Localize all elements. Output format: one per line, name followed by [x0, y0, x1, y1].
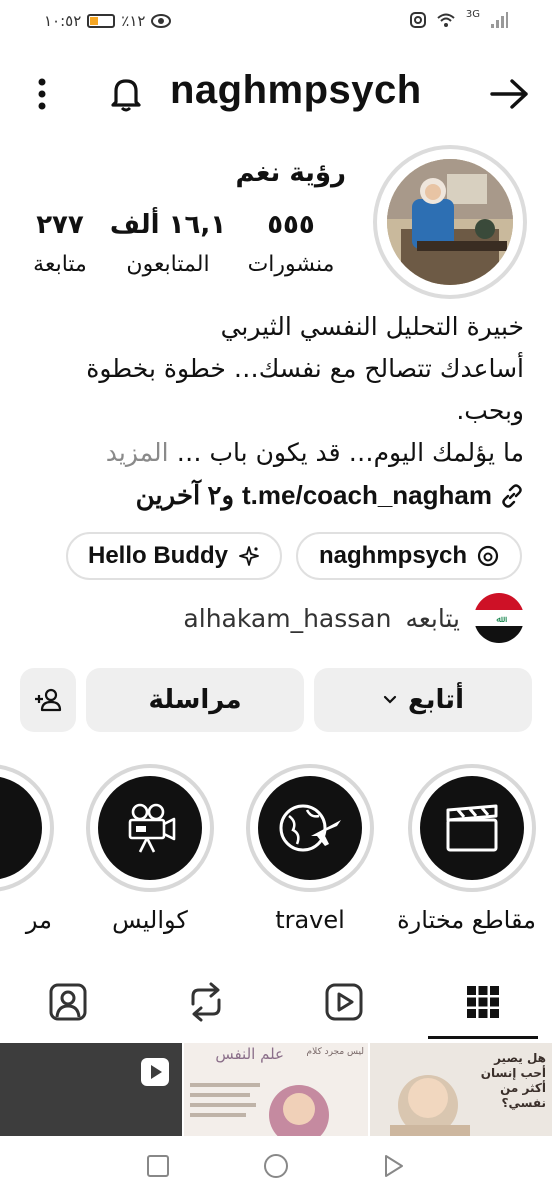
followed-by-text: يتابعه: [405, 603, 460, 633]
profile-avatar-ring[interactable]: [373, 145, 527, 299]
highlight-featured[interactable]: مقاطع مختارة: [397, 764, 536, 934]
stat-following-value: ٢٧٧: [36, 210, 84, 240]
follow-label: أتابع: [408, 685, 464, 715]
message-label: مراسلة: [148, 685, 242, 715]
tab-grid[interactable]: [453, 972, 513, 1032]
battery-icon: [87, 14, 116, 28]
active-tab-indicator: [428, 1036, 538, 1039]
globe-plane-icon: [279, 804, 341, 852]
back-arrow-icon[interactable]: [488, 76, 530, 112]
repost-icon: [191, 982, 221, 1022]
threads-chip[interactable]: naghmpsych: [296, 532, 522, 580]
profile-bio: خبيرة التحليل النفسي الثيربي أساعدك تتصا…: [24, 306, 524, 474]
stat-followers-label: المتابعون: [126, 252, 210, 277]
eye-icon: [151, 14, 172, 28]
avatar-photo: [387, 159, 513, 285]
post-subtitle: ليس مجرد كلام: [306, 1047, 365, 1057]
profile-link[interactable]: t.me/coach_nagham و٢ آخرين: [4, 480, 524, 511]
avatar[interactable]: [387, 159, 513, 285]
posts-grid: هل يصير أحب إنسان أكثر من نفسي؟ علم النف…: [0, 1043, 552, 1136]
bio-more-link[interactable]: المزيد: [106, 438, 169, 467]
profile-username: naghmpsych: [170, 68, 422, 112]
highlight-backstage[interactable]: كواليس: [86, 764, 214, 934]
add-person-icon: [35, 688, 62, 712]
stat-posts-label: منشورات: [247, 252, 335, 277]
hello-buddy-chip[interactable]: Hello Buddy: [66, 532, 282, 580]
add-person-button[interactable]: [20, 668, 76, 732]
stat-posts-value: ٥٥٥: [267, 210, 315, 240]
highlight-label: كواليس: [112, 906, 188, 934]
highlight-label: travel: [275, 906, 345, 934]
followed-by-user[interactable]: alhakam_hassan: [183, 604, 391, 633]
recents-icon[interactable]: [146, 1154, 170, 1178]
highlight-partial[interactable]: مر: [0, 764, 54, 934]
notification-bell-icon[interactable]: [106, 74, 146, 114]
display-name: رؤية نغم: [235, 158, 346, 188]
highlight-label: مر: [25, 906, 52, 934]
reels-icon: [325, 983, 363, 1021]
bio-line: ما يؤلمك اليوم… قد يكون باب … المزيد: [24, 432, 524, 474]
tab-reels[interactable]: [314, 972, 374, 1032]
link-extra[interactable]: و٢ آخرين: [136, 480, 234, 511]
post-thumbnail[interactable]: علم النفس ليس مجرد كلام: [184, 1043, 368, 1136]
movie-camera-icon: [128, 803, 176, 853]
post-title: هل يصير أحب إنسان أكثر من نفسي؟: [480, 1051, 546, 1110]
partial-icon: [0, 800, 18, 856]
message-button[interactable]: مراسلة: [86, 668, 304, 732]
network-type: 3G: [465, 8, 480, 20]
video-icon: [141, 1058, 169, 1086]
system-nav-bar: [0, 1136, 552, 1196]
link-url[interactable]: t.me/coach_nagham: [242, 480, 492, 511]
tab-reposts[interactable]: [176, 972, 236, 1032]
battery-percent: ٪١٢: [121, 12, 146, 30]
bio-line: خبيرة التحليل النفسي الثيربي: [220, 312, 524, 341]
bio-line: أساعدك تتصالح مع نفسك… خطوة بخطوة وبحب.: [86, 354, 524, 425]
followed-by[interactable]: ﷲ يتابعه alhakam_hassan: [24, 592, 524, 644]
highlight-label: مقاطع مختارة: [397, 906, 536, 934]
status-right: 3G: [409, 8, 508, 28]
chip-label: naghmpsych: [318, 542, 468, 569]
grid-icon: [467, 986, 499, 1018]
link-icon: [502, 483, 522, 508]
profile-header: naghmpsych: [0, 66, 552, 122]
status-left: ١٠:٥٢ ٪١٢: [44, 12, 172, 30]
post-thumbnail[interactable]: [0, 1043, 182, 1136]
home-icon[interactable]: [263, 1153, 289, 1179]
status-bar: ١٠:٥٢ ٪١٢ 3G: [0, 0, 552, 44]
sparkle-icon: [239, 546, 259, 566]
instagram-icon: [409, 12, 426, 28]
status-time: ١٠:٥٢: [44, 12, 82, 30]
follower-avatar: ﷲ: [474, 593, 524, 643]
chip-label: Hello Buddy: [87, 542, 228, 569]
follow-button[interactable]: أتابع: [314, 668, 532, 732]
threads-icon: [477, 545, 499, 567]
signal-icon: [491, 12, 508, 28]
stat-following-label: متابعة: [33, 252, 87, 277]
profile-tabs: [0, 962, 552, 1040]
stat-following[interactable]: ٢٧٧ متابعة: [20, 210, 100, 277]
back-nav-icon[interactable]: [382, 1154, 406, 1178]
chevron-down-icon: [383, 695, 397, 704]
clapperboard-icon: [446, 804, 498, 852]
bio-line-text: ما يؤلمك اليوم… قد يكون باب …: [168, 438, 524, 467]
post-thumbnail[interactable]: هل يصير أحب إنسان أكثر من نفسي؟: [370, 1043, 552, 1136]
highlight-travel[interactable]: travel: [246, 764, 374, 934]
stat-followers[interactable]: ١٦,١ ألف المتابعون: [98, 210, 238, 277]
tagged-icon: [49, 983, 87, 1021]
wifi-icon: [437, 13, 455, 27]
post-title: علم النفس: [215, 1045, 284, 1063]
stat-posts[interactable]: ٥٥٥ منشورات: [236, 210, 346, 277]
tab-tagged[interactable]: [38, 972, 98, 1032]
stat-followers-value: ١٦,١ ألف: [109, 210, 227, 240]
more-options-icon[interactable]: [30, 76, 54, 112]
